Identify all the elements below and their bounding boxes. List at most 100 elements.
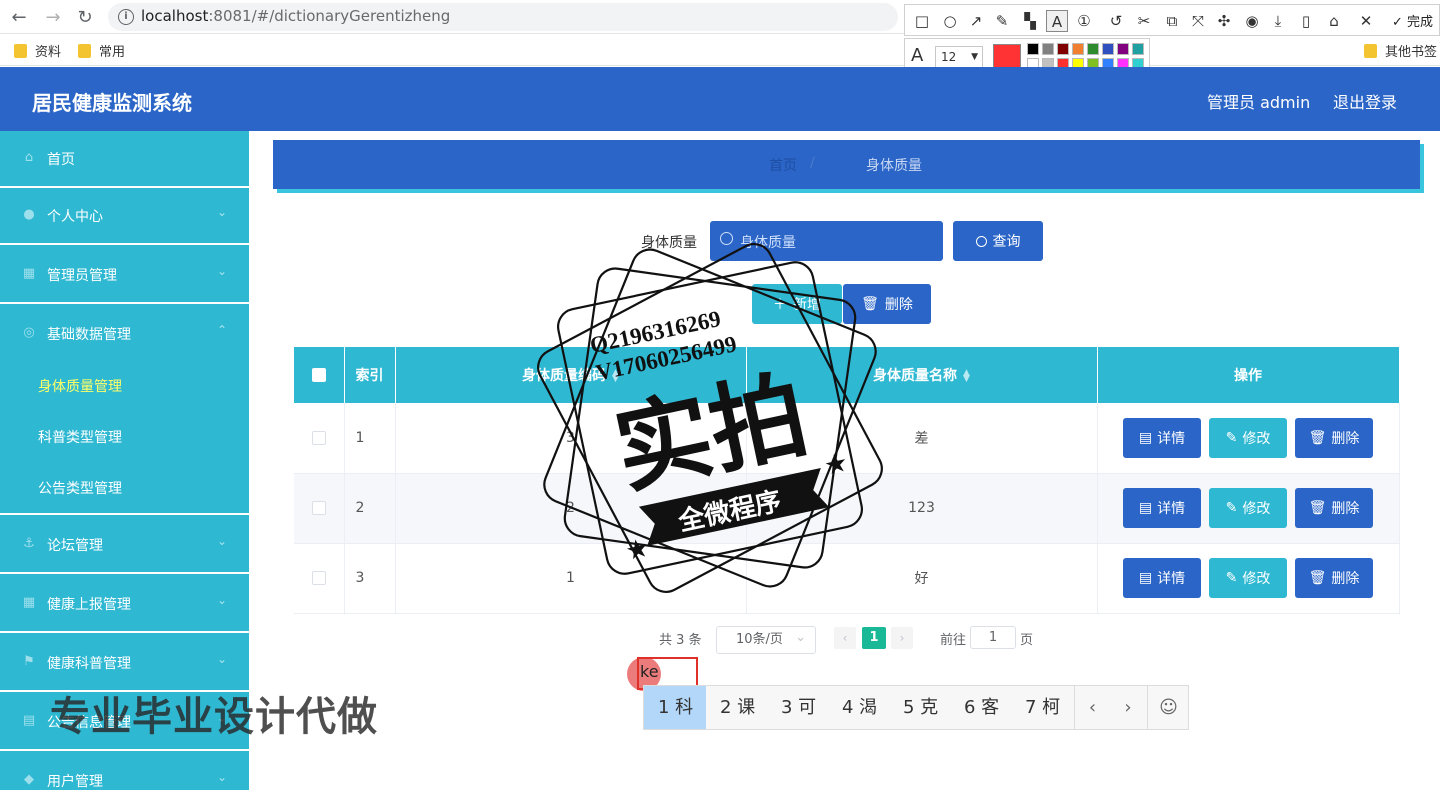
trash-icon: 🗑 [1308,500,1327,516]
sidebar-item-forum[interactable]: ⚓ 论坛管理 ⌄ [0,517,249,574]
ime-candidate[interactable]: 7 柯 [1011,686,1073,729]
prev-page-icon[interactable]: ‹ [834,627,856,649]
pin-tool-icon[interactable]: ✣ [1213,10,1235,32]
next-page-icon[interactable]: › [891,627,913,649]
delete-button[interactable]: 🗑 删除 [1295,488,1373,528]
undo-icon[interactable]: ↺ [1105,10,1127,32]
edit-button[interactable]: ✎ 修改 [1209,488,1287,528]
color-swatch[interactable] [1057,43,1069,55]
select-all-checkbox[interactable] [311,368,326,382]
sidebar-item-profile[interactable]: ● 个人中心 ⌄ [0,188,249,245]
document-icon: ▤ [1138,500,1153,516]
color-swatch[interactable] [1087,43,1099,55]
delete-button[interactable]: 🗑 删除 [1295,417,1373,458]
color-swatch[interactable] [1102,43,1114,55]
ime-prev-icon[interactable]: ‹ [1074,686,1110,729]
done-button[interactable]: ✓ 完成 [1392,11,1433,30]
detail-button-label: 详情 [1157,430,1186,447]
bookmark-icon[interactable]: ⌂ [1323,10,1345,32]
sidebar-item-users[interactable]: ◆ 用户管理 ⌄ [0,753,249,810]
trash-icon: 🗑 [1308,429,1327,446]
pencil-tool-icon[interactable]: ✎ [991,10,1013,32]
sidebar-subitem-science-type[interactable]: 科普类型管理 [0,412,249,462]
pencil-icon: ✎ [1225,570,1238,586]
mosaic-tool-icon[interactable]: ▚ [1019,10,1041,32]
sidebar-subitem-body-quality[interactable]: 身体质量管理 [0,361,249,411]
breadcrumb-home[interactable]: 首页 [769,155,797,175]
breadcrumb-current: 身体质量 [866,158,922,174]
number-tool-icon[interactable]: ① [1073,10,1095,32]
other-bookmarks[interactable]: 其他书签 [1364,41,1437,60]
color-swatch[interactable] [1132,43,1144,55]
screenshot-toolbar: □ ○ ↗ ✎ ▚ A ① ↺ ✂ ⧉ ⤧ ✣ ◉ ⤓ ▯ ⌂ ✕ ✓ 完成 [904,4,1440,36]
logout-link[interactable]: 退出登录 [1333,89,1397,113]
trash-icon: 🗑 [1308,570,1327,586]
site-info-icon[interactable]: i [118,9,134,25]
expand-tool-icon[interactable]: ⤧ [1187,10,1209,32]
row-checkbox[interactable] [311,501,326,515]
edit-button[interactable]: ✎ 修改 [1209,417,1287,458]
delete-button[interactable]: 🗑 删除 [1295,558,1373,598]
chevron-down-icon: ⌄ [216,264,227,278]
close-icon[interactable]: ✕ [1355,10,1377,32]
query-button[interactable]: 查询 [953,221,1043,261]
bookmark-folder-2[interactable]: 常用 [78,41,125,60]
ime-candidate[interactable]: 3 可 [767,686,828,729]
phone-icon[interactable]: ▯ [1295,10,1317,32]
color-swatch[interactable] [1042,43,1054,55]
ime-candidate[interactable]: 2 课 [706,686,767,729]
back-arrow-icon[interactable]: ← [8,6,30,28]
sidebar-item-health-report[interactable]: ▦ 健康上报管理 ⌄ [0,576,249,633]
goto-page-input[interactable]: 1 [970,626,1016,649]
anchor-icon: ⚓ [23,536,35,551]
page-unit-label: 页 [1020,633,1034,648]
sidebar-item-label: 基础数据管理 [47,327,131,343]
address-bar[interactable]: i localhost:8081/#/dictionaryGerentizhen… [108,3,898,31]
crop-tool-icon[interactable]: ✂ [1133,10,1155,32]
ime-composition: ke [640,662,659,681]
bookmarks-bar: 资料 常用 其他书签 [0,34,1440,66]
ocr-tool-icon[interactable]: ⧉ [1161,10,1183,32]
text-tool-icon[interactable]: A [1046,10,1068,32]
ime-next-icon[interactable]: › [1110,686,1146,729]
emoji-icon[interactable]: ☺ [1147,686,1189,729]
row-checkbox[interactable] [311,430,326,445]
color-swatch[interactable] [1117,43,1129,55]
sidebar-item-basic-data[interactable]: ◎ 基础数据管理 ⌃ [0,306,249,363]
rectangle-tool-icon[interactable]: □ [911,10,933,32]
color-swatch[interactable] [1072,43,1084,55]
grid-icon: ▦ [22,595,36,610]
ime-candidate[interactable]: 4 渴 [828,686,889,729]
chevron-down-icon: ⌄ [216,205,227,219]
color-swatch[interactable] [1027,43,1039,55]
goto-label: 前往 [940,633,967,648]
breadcrumb: 首页 / 身体质量 [273,140,1420,189]
ime-candidate[interactable]: 1 科 [644,686,706,729]
page-size-select[interactable]: 10条/页 [716,625,816,654]
detail-button[interactable]: ▤ 详情 [1123,558,1201,598]
detail-button-label: 详情 [1157,501,1186,517]
page-number-current[interactable]: 1 [862,627,886,649]
sidebar-item-home[interactable]: ⌂ 首页 [0,131,249,188]
edit-button-label: 修改 [1242,501,1271,517]
sidebar-item-admins[interactable]: ▦ 管理员管理 ⌄ [0,247,249,304]
row-select-cell [294,403,345,474]
arrow-tool-icon[interactable]: ↗ [965,10,987,32]
row-ops: ▤ 详情 ✎ 修改 🗑 删除 [1097,403,1400,474]
watermark-text: 专业毕业设计代做 [50,694,378,740]
sort-icon[interactable]: ▲ ▼ [963,369,970,384]
sidebar-subitem-notice-type[interactable]: 公告类型管理 [0,463,249,515]
reload-icon[interactable]: ↻ [74,6,96,28]
bookmark-folder-1[interactable]: 资料 [14,41,61,60]
edit-button[interactable]: ✎ 修改 [1209,558,1287,598]
download-icon[interactable]: ⤓ [1267,10,1289,32]
font-size-select[interactable]: 12 [935,46,983,68]
record-tool-icon[interactable]: ◉ [1241,10,1263,32]
ime-candidate[interactable]: 5 克 [889,686,950,729]
ime-candidate[interactable]: 6 客 [950,686,1011,729]
ellipse-tool-icon[interactable]: ○ [939,10,961,32]
row-checkbox[interactable] [311,571,326,585]
detail-button[interactable]: ▤ 详情 [1123,417,1201,458]
forward-arrow-icon[interactable]: → [42,6,64,28]
detail-button[interactable]: ▤ 详情 [1123,488,1201,528]
